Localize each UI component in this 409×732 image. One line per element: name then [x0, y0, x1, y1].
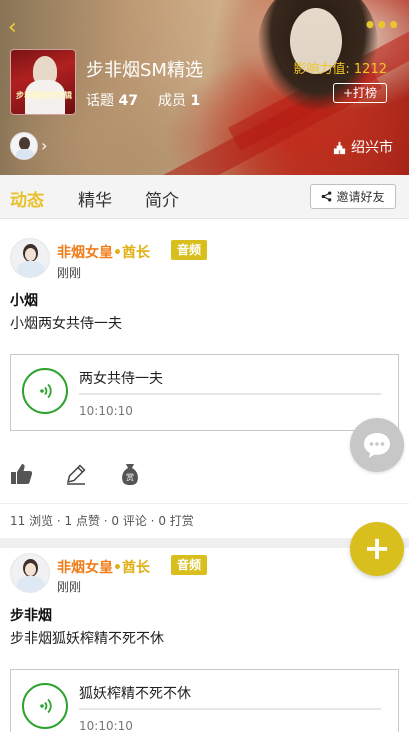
sound-wave-icon — [40, 383, 52, 399]
post-separator — [0, 538, 409, 548]
edit-icon[interactable] — [64, 462, 88, 486]
author-avatar[interactable] — [10, 238, 50, 278]
post-body: 步非烟狐妖榨精不死不休 — [10, 631, 164, 647]
audio-card[interactable]: 狐妖榨精不死不休 10:10:10 — [10, 669, 399, 732]
post-actions: 赏 — [0, 462, 409, 492]
group-cover-image[interactable]: 步非烟有声专辑 — [10, 49, 76, 115]
chat-bubble-icon — [364, 433, 390, 458]
author-nickname: 非烟女皇 — [57, 245, 113, 261]
members-stat: 成员 1 — [158, 90, 200, 110]
audio-progress-track[interactable] — [79, 708, 381, 710]
cover-caption: 步非烟有声专辑 — [16, 91, 72, 100]
author-name[interactable]: 非烟女皇•酋长 — [57, 242, 150, 262]
author-role: •酋长 — [113, 245, 150, 261]
owner-avatar[interactable] — [10, 132, 38, 160]
audio-title: 两女共侍一夫 — [79, 371, 163, 387]
audio-progress-track[interactable] — [79, 393, 381, 395]
add-post-button[interactable]: + — [350, 522, 404, 576]
avatar-face — [25, 248, 36, 261]
author-nickname: 非烟女皇 — [57, 560, 113, 576]
city-location[interactable]: 绍兴市 — [332, 137, 393, 157]
audio-card[interactable]: 两女共侍一夫 10:10:10 — [10, 354, 399, 431]
post-stats: 11 浏览 · 1 点赞 · 0 评论 · 0 打赏 — [0, 503, 409, 537]
tab-feed[interactable]: 动态 — [10, 186, 44, 211]
members-label: 成员 — [158, 93, 186, 109]
topics-count: 47 — [118, 93, 138, 109]
feed-post[interactable]: 非烟女皇•酋长 音频 刚刚 小烟 小烟两女共侍一夫 两女共侍一夫 10:10:1… — [0, 220, 409, 540]
influence-value: 影响力值: 1212 — [293, 62, 387, 77]
topics-stat: 话题 47 — [86, 90, 138, 110]
author-avatar[interactable] — [10, 553, 50, 593]
tab-intro[interactable]: 简介 — [145, 186, 179, 211]
audio-badge: 音频 — [171, 240, 207, 260]
post-body: 小烟两女共侍一夫 — [10, 316, 122, 332]
post-title: 小烟 — [10, 293, 38, 309]
tab-featured[interactable]: 精华 — [78, 186, 112, 211]
topics-label: 话题 — [86, 93, 114, 109]
chevron-right-icon[interactable]: › — [41, 136, 47, 155]
invite-friends-button[interactable]: 邀请好友 — [310, 184, 396, 209]
post-title: 步非烟 — [10, 608, 52, 624]
avatar-body — [17, 576, 45, 592]
svg-text:赏: 赏 — [126, 472, 134, 482]
audio-duration: 10:10:10 — [79, 404, 133, 418]
like-icon[interactable] — [10, 462, 34, 486]
more-options-icon[interactable]: ••• — [364, 15, 400, 35]
author-name[interactable]: 非烟女皇•酋长 — [57, 557, 150, 577]
share-icon — [322, 191, 332, 202]
audio-badge: 音频 — [171, 555, 207, 575]
back-arrow-icon[interactable]: ‹ — [8, 17, 28, 39]
city-building-icon — [333, 141, 346, 154]
chat-button[interactable] — [350, 418, 404, 472]
members-count: 1 — [190, 93, 201, 109]
author-role: •酋长 — [113, 560, 150, 576]
avatar-face — [25, 563, 36, 576]
audio-title: 狐妖榨精不死不休 — [79, 686, 191, 702]
avatar-body — [17, 261, 45, 277]
post-time: 刚刚 — [57, 266, 82, 280]
city-name: 绍兴市 — [351, 140, 393, 156]
tab-bar: 动态 精华 简介 邀请好友 — [0, 175, 409, 219]
rank-vote-button[interactable]: +打榜 — [333, 83, 387, 103]
avatar-body — [16, 149, 34, 159]
feed-post[interactable]: 非烟女皇•酋长 音频 刚刚 步非烟 步非烟狐妖榨精不死不休 狐妖榨精不死不休 1… — [0, 548, 409, 732]
post-time: 刚刚 — [57, 580, 82, 594]
sound-wave-icon — [40, 698, 52, 714]
audio-play-icon[interactable] — [22, 368, 68, 414]
invite-label: 邀请好友 — [336, 190, 385, 204]
reward-icon[interactable]: 赏 — [118, 462, 142, 486]
audio-play-icon[interactable] — [22, 683, 68, 729]
audio-duration: 10:10:10 — [79, 719, 133, 732]
group-title: 步非烟SM精选 — [86, 60, 203, 81]
